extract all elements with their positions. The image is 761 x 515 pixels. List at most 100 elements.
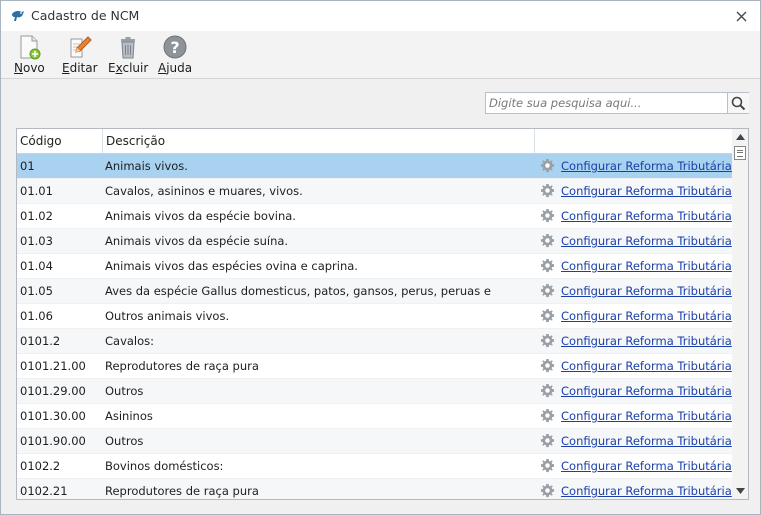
table-row[interactable]: 01.05 Aves da espécie Gallus domesticus, …: [17, 279, 732, 304]
table-row[interactable]: 0102.21 Reprodutores de raça pura Configur…: [17, 479, 732, 499]
search-button[interactable]: [727, 93, 749, 113]
table-row[interactable]: 0101.21.00 Reprodutores de raça pura Confi…: [17, 354, 732, 379]
configurar-reforma-link[interactable]: Configurar Reforma Tributária: [561, 434, 732, 448]
gear-icon: [540, 333, 555, 348]
gear-icon: [540, 483, 555, 498]
cell-codigo: 01.04: [20, 259, 53, 273]
gear-icon: [540, 433, 555, 448]
arrow-up-icon: [735, 134, 745, 140]
table-row[interactable]: 01.02 Animais vivos da espécie bovina. Con…: [17, 204, 732, 229]
gear-icon: [540, 158, 555, 173]
configurar-reforma-link[interactable]: Configurar Reforma Tributária: [561, 459, 732, 473]
column-header-descricao[interactable]: Descrição: [103, 129, 535, 153]
cell-descricao: Bovinos domésticos:: [105, 459, 224, 473]
configurar-reforma-link[interactable]: Configurar Reforma Tributária: [561, 384, 732, 398]
cell-codigo: 01.06: [20, 309, 53, 323]
gear-icon: [540, 383, 555, 398]
table-row[interactable]: 0101.29.00 Outros Configurar Reforma Tribu…: [17, 379, 732, 404]
cell-codigo: 01.01: [20, 184, 53, 198]
cell-codigo: 0101.21.00: [20, 359, 86, 373]
cell-codigo: 0101.29.00: [20, 384, 86, 398]
novo-button[interactable]: Novo: [14, 34, 45, 76]
window-title: Cadastro de NCM: [31, 8, 140, 23]
gear-icon: [540, 233, 555, 248]
column-header-codigo[interactable]: Código: [17, 129, 103, 153]
cell-descricao: Outros animais vivos.: [105, 309, 230, 323]
configurar-reforma-link[interactable]: Configurar Reforma Tributária: [561, 184, 732, 198]
cell-codigo: 0101.90.00: [20, 434, 86, 448]
table-row[interactable]: 0101.2 Cavalos: Configurar Reforma Tributá…: [17, 329, 732, 354]
close-button[interactable]: [732, 7, 750, 25]
svg-text:?: ?: [170, 38, 179, 57]
search-box: [485, 92, 749, 114]
grid-rows: 01 Animais vivos. Configurar Reforma Tribu…: [17, 154, 732, 499]
scroll-up-button[interactable]: [732, 129, 748, 145]
cell-descricao: Cavalos, asininos e muares, vivos.: [105, 184, 303, 198]
grid-header: Código Descrição: [17, 129, 732, 154]
gear-icon: [540, 358, 555, 373]
novo-label: Novo: [14, 61, 45, 75]
toolbar: Novo Editar Excluir ? Ajuda: [1, 31, 760, 79]
gear-icon: [540, 408, 555, 423]
gear-icon: [540, 283, 555, 298]
configurar-reforma-link[interactable]: Configurar Reforma Tributária: [561, 259, 732, 273]
cell-codigo: 0101.30.00: [20, 409, 86, 423]
title-bar: Cadastro de NCM: [1, 1, 760, 31]
table-row[interactable]: 01.03 Animais vivos da espécie suína. Conf…: [17, 229, 732, 254]
configurar-reforma-link[interactable]: Configurar Reforma Tributária: [561, 209, 732, 223]
ajuda-button[interactable]: ? Ajuda: [158, 34, 192, 76]
ajuda-label: Ajuda: [158, 61, 193, 75]
cell-descricao: Asininos: [105, 409, 153, 423]
ncm-window: Cadastro de NCM Novo Editar Excluir ? Aj…: [0, 0, 761, 515]
configurar-reforma-link[interactable]: Configurar Reforma Tributária: [561, 309, 732, 323]
cell-descricao: Animais vivos da espécie suína.: [105, 234, 289, 248]
cell-descricao: Aves da espécie Gallus domesticus, patos…: [105, 284, 491, 298]
scroll-down-button[interactable]: [732, 483, 748, 499]
search-input[interactable]: [486, 93, 726, 113]
table-row[interactable]: 01.01 Cavalos, asininos e muares, vivos. C…: [17, 179, 732, 204]
help-icon: ?: [163, 35, 187, 59]
configurar-reforma-link[interactable]: Configurar Reforma Tributária: [561, 409, 732, 423]
configurar-reforma-link[interactable]: Configurar Reforma Tributária: [561, 159, 732, 173]
gear-icon: [540, 183, 555, 198]
search-icon: [731, 96, 746, 110]
cell-descricao: Cavalos:: [105, 334, 155, 348]
configurar-reforma-link[interactable]: Configurar Reforma Tributária: [561, 284, 732, 298]
arrow-down-icon: [735, 488, 745, 494]
cell-descricao: Reprodutores de raça pura: [105, 484, 259, 498]
table-row[interactable]: 01 Animais vivos. Configurar Reforma Tribu…: [17, 154, 732, 179]
table-row[interactable]: 0101.30.00 Asininos Configurar Reforma Tri…: [17, 404, 732, 429]
close-icon: [736, 11, 746, 21]
column-header-actions: [535, 129, 732, 153]
cell-descricao: Outros: [105, 384, 144, 398]
ncm-grid: Código Descrição 01 Animais vivos. Configu…: [16, 128, 749, 500]
cell-codigo: 0102.21: [20, 484, 68, 498]
cell-codigo: 0102.2: [20, 459, 61, 473]
gear-icon: [540, 258, 555, 273]
cell-codigo: 01.05: [20, 284, 53, 298]
cell-descricao: Animais vivos da espécie bovina.: [105, 209, 296, 223]
gear-icon: [540, 458, 555, 473]
gear-icon: [540, 208, 555, 223]
trash-icon: [121, 37, 136, 59]
editar-button[interactable]: Editar: [62, 34, 98, 76]
cell-descricao: Animais vivos das espécies ovina e capri…: [105, 259, 358, 273]
cell-codigo: 01.02: [20, 209, 53, 223]
configurar-reforma-link[interactable]: Configurar Reforma Tributária: [561, 359, 732, 373]
editar-label: Editar: [62, 61, 98, 75]
excluir-label: Excluir: [108, 61, 149, 75]
app-logo-icon: [12, 10, 24, 21]
gear-icon: [540, 308, 555, 323]
table-row[interactable]: 0101.90.00 Outros Configurar Reforma Tribu…: [17, 429, 732, 454]
configurar-reforma-link[interactable]: Configurar Reforma Tributária: [561, 484, 732, 498]
new-document-icon: [20, 35, 41, 60]
table-row[interactable]: 01.04 Animais vivos das espécies ovina e …: [17, 254, 732, 279]
excluir-button[interactable]: Excluir: [108, 34, 148, 76]
cell-descricao: Outros: [105, 434, 144, 448]
configurar-reforma-link[interactable]: Configurar Reforma Tributária: [561, 234, 732, 248]
scroll-thumb[interactable]: [734, 146, 746, 160]
table-row[interactable]: 0102.2 Bovinos domésticos: Configurar Refo…: [17, 454, 732, 479]
configurar-reforma-link[interactable]: Configurar Reforma Tributária: [561, 334, 732, 348]
vertical-scrollbar[interactable]: [732, 129, 748, 499]
table-row[interactable]: 01.06 Outros animais vivos. Configurar Ref…: [17, 304, 732, 329]
